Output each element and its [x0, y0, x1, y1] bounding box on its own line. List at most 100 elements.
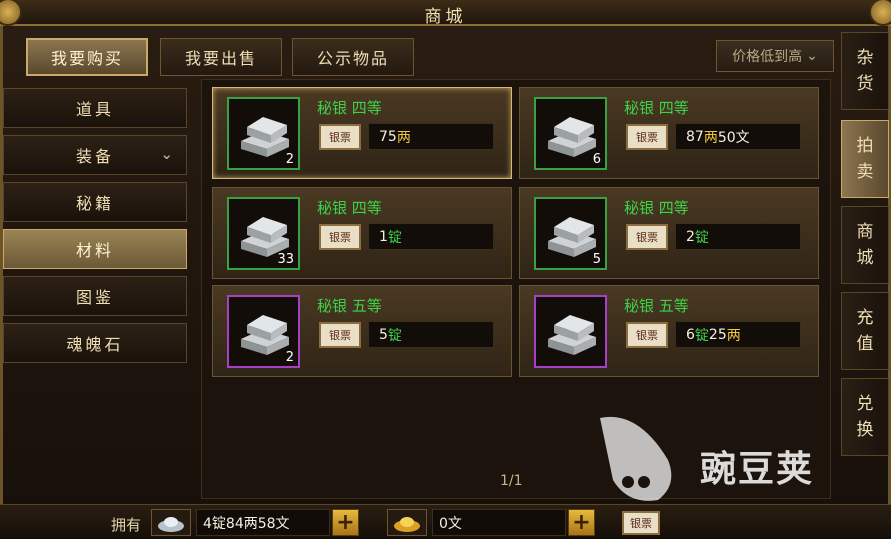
side-tab[interactable]: 充值 [841, 292, 889, 370]
sort-dropdown[interactable]: 价格低到高 ⌄ [716, 40, 834, 72]
item-price: 5锭 [368, 321, 494, 348]
tab-buy[interactable]: 我要购买 [26, 38, 148, 76]
price-part: 5 [379, 326, 388, 343]
side-tab-label: 城 [856, 248, 874, 268]
price-part: 25 [708, 326, 727, 343]
silver-balance: 4锭84两58文 [196, 509, 330, 536]
tab-sell[interactable]: 我要出售 [160, 38, 282, 76]
item-slot[interactable]: 33 [227, 197, 300, 270]
silver-note-icon: 银票 [626, 124, 668, 150]
side-tab-label: 拍 [856, 136, 874, 156]
item-count: 5 [592, 252, 601, 267]
silver-ingot-icon [151, 509, 191, 536]
tab-label: 我要购买 [50, 49, 123, 68]
item-card[interactable]: 2 秘银 四等银票 75 两 [212, 87, 512, 179]
price-part: 75 [379, 128, 397, 145]
silver-bar-icon [548, 217, 596, 257]
item-name: 秘银 四等 [317, 99, 382, 117]
category-label: 材料 [75, 241, 114, 260]
item-card[interactable]: 33 秘银 四等银票 1 锭 [212, 187, 512, 279]
item-count: 2 [285, 350, 294, 365]
item-slot[interactable]: 6 [534, 97, 607, 170]
item-name: 秘银 四等 [624, 199, 689, 217]
price-part: 锭 [694, 327, 709, 344]
side-tab[interactable]: 拍卖 [841, 120, 889, 198]
category-label: 装备 [75, 147, 114, 166]
item-name: 秘银 五等 [624, 297, 689, 315]
item-price: 2锭 [675, 223, 801, 250]
side-tab-label: 货 [856, 74, 874, 94]
item-slot[interactable] [534, 295, 607, 368]
tab-label: 公示物品 [316, 49, 389, 68]
silver-note-icon: 银票 [626, 322, 668, 348]
silver-note-icon: 银票 [319, 224, 361, 250]
item-price: 1锭 [368, 223, 494, 250]
window-title: 商城 [424, 7, 467, 27]
side-tab-label: 值 [856, 334, 874, 354]
price-part: 锭 [387, 229, 402, 246]
price-part: 2 [686, 228, 695, 245]
item-price: 75 两 [368, 123, 494, 150]
price-part: 87 [686, 128, 704, 145]
price-part: 50文 [717, 129, 750, 146]
silver-note-icon: 银票 [626, 224, 668, 250]
price-part: 两 [396, 129, 411, 146]
silver-bar-icon [241, 117, 289, 157]
tab-public-items[interactable]: 公示物品 [292, 38, 414, 76]
gold-ingot-icon [387, 509, 427, 536]
chevron-down-icon: ⌄ [806, 48, 818, 64]
item-name: 秘银 四等 [317, 199, 382, 217]
category-equipment[interactable]: 装备 ⌄ [3, 135, 187, 175]
category-label: 道具 [75, 100, 114, 119]
item-count: 2 [285, 152, 294, 167]
category-soul-stone[interactable]: 魂魄石 [3, 323, 187, 363]
silver-bar-icon [241, 217, 289, 257]
item-slot[interactable]: 5 [534, 197, 607, 270]
category-props[interactable]: 道具 [3, 88, 187, 128]
item-card[interactable]: 秘银 五等银票 6 锭 25 两 [519, 285, 819, 377]
category-materials[interactable]: 材料 [3, 229, 187, 269]
item-count: 6 [592, 152, 601, 167]
item-price: 87 两 50文 [675, 123, 801, 150]
side-tab-label: 杂 [856, 48, 874, 68]
category-atlas[interactable]: 图鉴 [3, 276, 187, 316]
side-tab-label: 商 [856, 222, 874, 242]
price-part: 锭 [694, 229, 709, 246]
item-name: 秘银 四等 [624, 99, 689, 117]
silver-note-icon: 银票 [319, 124, 361, 150]
silver-bar-icon [548, 117, 596, 157]
price-part: 两 [703, 129, 718, 146]
currency-bar: 拥有 4锭84两58文 + 0文 + 银票 [0, 504, 891, 539]
side-tab[interactable]: 商城 [841, 206, 889, 284]
item-name: 秘银 五等 [317, 297, 382, 315]
silver-note-icon: 银票 [319, 322, 361, 348]
chevron-down-icon: ⌄ [160, 145, 176, 163]
side-tab[interactable]: 杂货 [841, 32, 889, 110]
silver-bar-icon [241, 315, 289, 355]
item-card[interactable]: 2 秘银 五等银票 5 锭 [212, 285, 512, 377]
item-slot[interactable]: 2 [227, 97, 300, 170]
side-tab-label: 卖 [856, 162, 874, 182]
category-label: 秘籍 [75, 194, 114, 213]
price-part: 6 [686, 326, 695, 343]
tab-label: 我要出售 [184, 49, 257, 68]
add-gold-button[interactable]: + [568, 509, 595, 536]
category-label: 魂魄石 [66, 335, 124, 354]
item-slot[interactable]: 2 [227, 295, 300, 368]
item-count: 33 [277, 252, 294, 267]
item-card[interactable]: 6 秘银 四等银票 87 两 50文 [519, 87, 819, 179]
own-label: 拥有 [111, 516, 142, 534]
add-silver-button[interactable]: + [332, 509, 359, 536]
sort-label: 价格低到高 [732, 49, 803, 65]
side-tab-label: 充 [856, 308, 874, 328]
category-manuals[interactable]: 秘籍 [3, 182, 187, 222]
item-card[interactable]: 5 秘银 四等银票 2 锭 [519, 187, 819, 279]
silver-note-icon: 银票 [622, 511, 660, 535]
price-part: 两 [726, 327, 741, 344]
item-price: 6 锭 25 两 [675, 321, 801, 348]
page-indicator: 1/1 [500, 473, 523, 489]
watermark-text: 豌豆荚 [700, 449, 815, 490]
price-part: 1 [379, 228, 388, 245]
silver-bar-icon [548, 315, 596, 355]
price-part: 锭 [387, 327, 402, 344]
